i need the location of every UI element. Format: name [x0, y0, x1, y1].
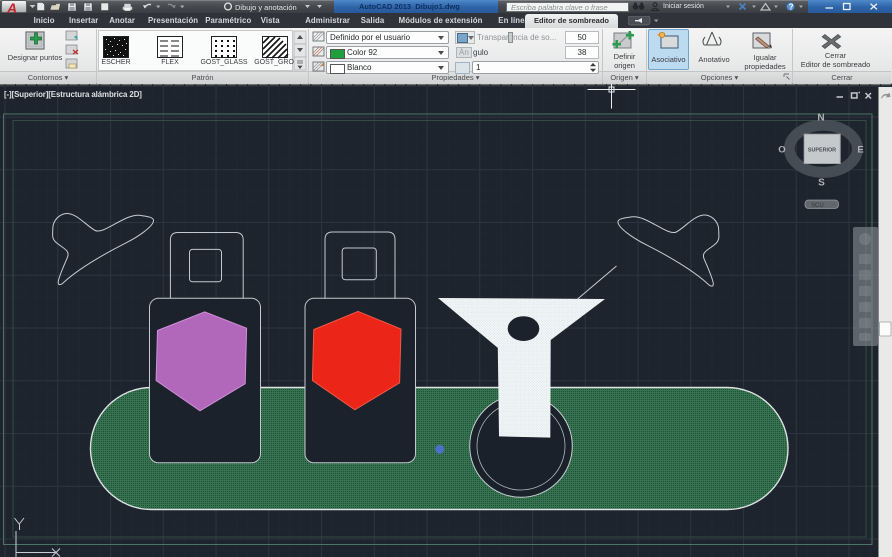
svg-text:E: E [857, 145, 863, 156]
svg-text:SCU: SCU [811, 203, 824, 209]
svg-text:O: O [778, 145, 785, 156]
svg-text:[-][Superior][Estructura alámb: [-][Superior][Estructura alámbrica 2D] [4, 90, 142, 99]
svg-text:S: S [818, 178, 825, 189]
svg-text:N: N [817, 113, 824, 124]
svg-text:SUPERIOR: SUPERIOR [808, 148, 836, 154]
svg-text:?: ? [789, 2, 794, 11]
